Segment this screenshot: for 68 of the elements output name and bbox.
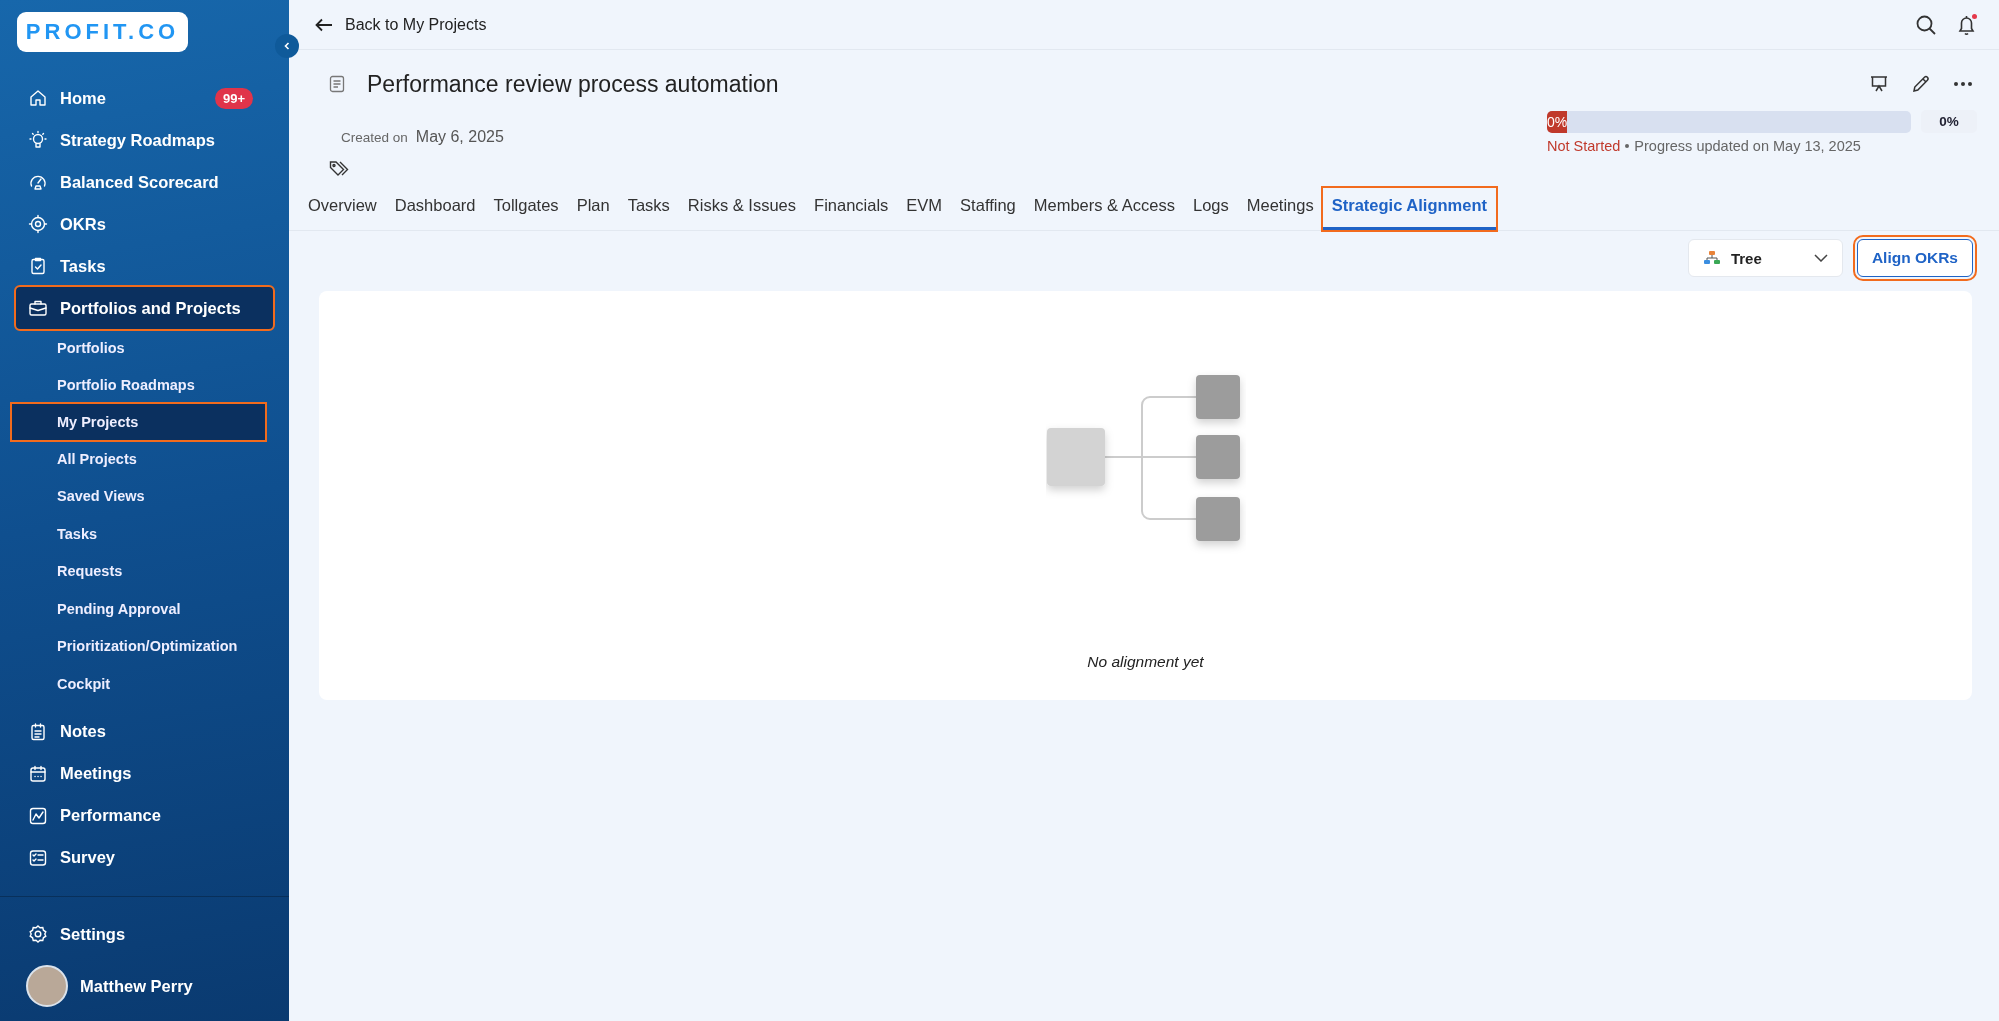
- tab[interactable]: Financials: [805, 188, 898, 230]
- created-date: May 6, 2025: [415, 128, 504, 146]
- clipboard-check-icon: [28, 256, 48, 276]
- sidebar-item[interactable]: OKRs: [16, 203, 273, 245]
- sidebar-item[interactable]: Performance: [16, 794, 273, 837]
- tab[interactable]: Overview: [299, 188, 386, 230]
- sidebar-item[interactable]: Strategy Roadmaps: [16, 119, 273, 161]
- sidebar-subitem[interactable]: Pending Approval: [12, 590, 265, 628]
- view-select[interactable]: Tree: [1687, 239, 1843, 277]
- sidebar-subitem[interactable]: Tasks: [12, 515, 265, 553]
- tab[interactable]: Logs: [1184, 188, 1238, 230]
- tab[interactable]: Risks & Issues: [678, 188, 806, 230]
- progress-percent: 0%: [1921, 110, 1977, 133]
- separator-dot-icon: [1625, 144, 1630, 148]
- tags-icon[interactable]: [329, 160, 351, 178]
- progress-updated-text: Progress updated on May 13, 2025: [1634, 138, 1861, 154]
- sidebar-item[interactable]: Survey: [16, 836, 273, 879]
- search-icon[interactable]: [1915, 13, 1937, 36]
- sidebar-item[interactable]: Balanced Scorecard: [16, 161, 273, 203]
- pencil-icon: [1911, 74, 1931, 94]
- briefcase-icon: [28, 298, 48, 318]
- status-text: Not Started: [1547, 138, 1621, 154]
- progress-fill: 0%: [1547, 110, 1568, 133]
- sidebar-subitem[interactable]: My Projects: [12, 404, 265, 440]
- sidebar-item[interactable]: Notes: [16, 710, 273, 753]
- chevron-down-icon: [1813, 254, 1828, 262]
- sidebar-subitem[interactable]: Requests: [12, 552, 265, 590]
- checklist-icon: [28, 847, 48, 868]
- tab[interactable]: Dashboard: [385, 188, 485, 230]
- lightbulb-icon: [28, 130, 48, 150]
- user-name[interactable]: Matthew Perry: [80, 976, 193, 996]
- tab[interactable]: EVM: [897, 188, 952, 230]
- sidebar-item[interactable]: Tasks: [16, 245, 273, 287]
- more-icon: [1953, 81, 1973, 87]
- sidebar-item[interactable]: Meetings: [16, 752, 273, 795]
- tab[interactable]: Staffing: [951, 188, 1025, 230]
- tab[interactable]: Tollgates: [484, 188, 568, 230]
- tab[interactable]: Meetings: [1237, 188, 1323, 230]
- tab[interactable]: Members & Access: [1024, 188, 1184, 230]
- settings-icon: [28, 924, 48, 944]
- sidebar-subitem[interactable]: Portfolios: [12, 329, 265, 367]
- tree-icon: [1702, 250, 1721, 266]
- back-button[interactable]: Back to My Projects: [311, 11, 491, 38]
- tab[interactable]: Tasks: [618, 188, 679, 230]
- home-icon: [28, 88, 48, 108]
- document-icon: [329, 75, 345, 93]
- project-title: Performance review process automation: [367, 70, 779, 98]
- tab[interactable]: Strategic Alignment: [1322, 188, 1496, 230]
- calendar-icon: [28, 763, 48, 784]
- tab[interactable]: Plan: [567, 188, 619, 230]
- settings-item[interactable]: Settings: [16, 913, 273, 955]
- sidebar-subitem[interactable]: Saved Views: [12, 477, 265, 515]
- avatar[interactable]: [26, 965, 68, 1007]
- sidebar-subitem[interactable]: Portfolio Roadmaps: [12, 366, 265, 404]
- sidebar-subitem[interactable]: Cockpit: [12, 665, 265, 703]
- presentation-icon: [1869, 74, 1889, 94]
- sidebar-subitem[interactable]: All Projects: [12, 440, 265, 478]
- notification-count-badge: 99+: [214, 87, 253, 109]
- empty-state-message: No alignment yet: [1087, 653, 1204, 671]
- sidebar-subitem[interactable]: Prioritization/Optimization: [12, 627, 265, 665]
- notes-icon: [28, 721, 48, 742]
- created-label: Created on: [341, 130, 408, 145]
- collapse-sidebar-button[interactable]: [275, 34, 299, 58]
- sidebar-item[interactable]: Home 99+: [16, 77, 273, 119]
- target-icon: [28, 214, 48, 234]
- chevron-left-icon: [282, 41, 292, 51]
- arrow-left-icon: [315, 17, 333, 32]
- sidebar-item[interactable]: Portfolios and Projects: [16, 287, 273, 329]
